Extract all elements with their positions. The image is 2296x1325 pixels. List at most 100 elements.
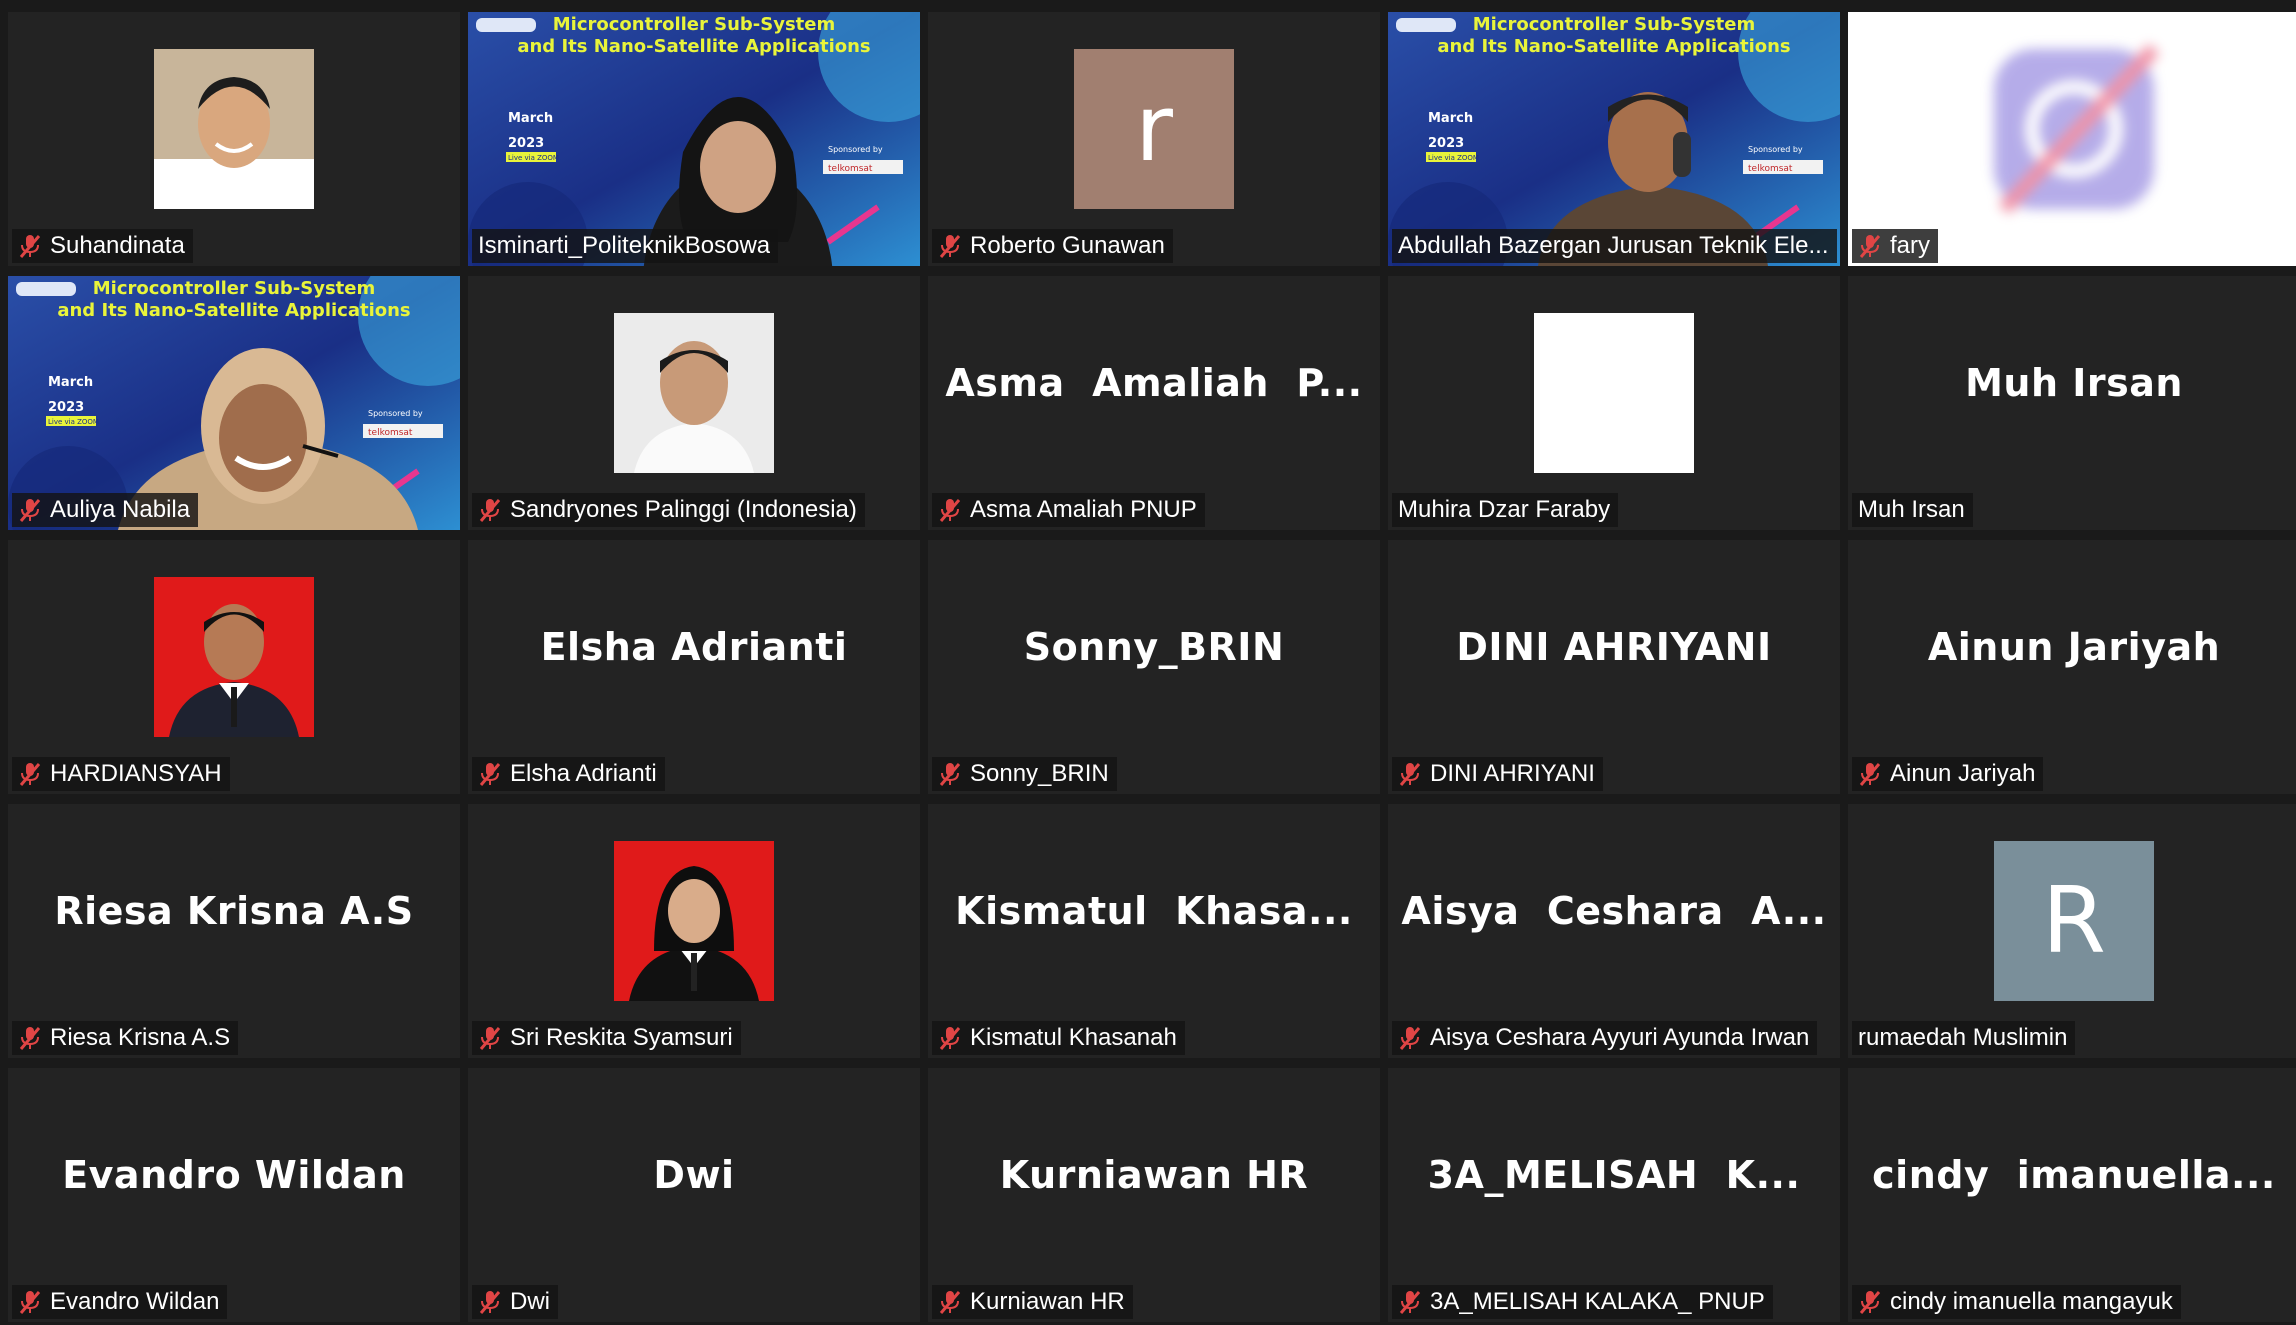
participant-name: cindy imanuella mangayuk <box>1890 1288 2173 1315</box>
participant-name: Roberto Gunawan <box>970 232 1165 259</box>
participant-display-name: Kurniawan HR <box>999 1153 1309 1197</box>
participant-tile[interactable]: 3A_MELISAH K... 3A_MELISAH KALAKA_ PNUP <box>1388 1068 1840 1322</box>
svg-text:telkomsat: telkomsat <box>1748 164 1793 174</box>
svg-text:March: March <box>1428 111 1473 126</box>
svg-text:Live via ZOOM: Live via ZOOM <box>1428 154 1479 162</box>
svg-text:2023: 2023 <box>508 136 544 151</box>
participant-display-name: Riesa Krisna A.S <box>54 889 414 933</box>
participant-name: Sonny_BRIN <box>970 760 1109 787</box>
profile-photo <box>614 312 774 473</box>
svg-text:and Its Nano-Satellite Applica: and Its Nano-Satellite Applications <box>1437 36 1790 57</box>
participant-tile[interactable]: r Roberto Gunawan <box>928 12 1380 266</box>
svg-text:Live via ZOOM: Live via ZOOM <box>48 418 99 426</box>
mic-muted-icon <box>478 1289 510 1315</box>
participant-tile[interactable]: Dwi Dwi <box>468 1068 920 1322</box>
participant-tile[interactable]: Ainun Jariyah Ainun Jariyah <box>1848 540 2296 794</box>
profile-photo <box>614 840 774 1001</box>
svg-text:Sponsored by: Sponsored by <box>368 409 423 418</box>
participant-name: Dwi <box>510 1288 550 1315</box>
participant-tile[interactable]: Microcontroller Sub-System and Its Nano-… <box>8 276 460 530</box>
participant-name: Sri Reskita Syamsuri <box>510 1024 733 1051</box>
participant-tile[interactable]: Microcontroller Sub-System and Its Nano-… <box>1388 12 1840 266</box>
mic-muted-icon <box>1398 1025 1430 1051</box>
participant-display-name: cindy imanuella... <box>1872 1153 2276 1197</box>
participant-name-label: Muhira Dzar Faraby <box>1392 493 1619 527</box>
participant-name: 3A_MELISAH KALAKA_ PNUP <box>1430 1288 1765 1315</box>
svg-text:telkomsat: telkomsat <box>368 428 413 438</box>
svg-text:and Its Nano-Satellite Applica: and Its Nano-Satellite Applications <box>517 36 870 57</box>
participant-name: Asma Amaliah PNUP <box>970 496 1197 523</box>
participant-tile[interactable]: HARDIANSYAH <box>8 540 460 794</box>
participant-name: DINI AHRIYANI <box>1430 760 1595 787</box>
svg-text:Microcontroller Sub-System: Microcontroller Sub-System <box>553 14 836 35</box>
participant-video: Microcontroller Sub-System and Its Nano-… <box>8 276 460 530</box>
participant-name: HARDIANSYAH <box>50 760 222 787</box>
participant-name: Elsha Adrianti <box>510 760 657 787</box>
participant-name-label: rumaedah Muslimin <box>1852 1021 2076 1055</box>
participant-tile[interactable]: Muh Irsan Muh Irsan <box>1848 276 2296 530</box>
svg-text:March: March <box>48 375 93 390</box>
profile-photo <box>1534 312 1694 473</box>
camera-off-icon <box>1974 29 2174 229</box>
participant-tile[interactable]: Aisya Ceshara A... Aisya Ceshara Ayyuri A… <box>1388 804 1840 1058</box>
profile-photo <box>154 576 314 737</box>
participant-tile[interactable]: Asma Amaliah P... Asma Amaliah PNUP <box>928 276 1380 530</box>
svg-text:telkomsat: telkomsat <box>828 164 873 174</box>
mic-muted-icon <box>18 233 50 259</box>
participant-tile[interactable]: Evandro Wildan Evandro Wildan <box>8 1068 460 1322</box>
participant-display-name: Sonny_BRIN <box>1023 625 1285 669</box>
participant-name: Riesa Krisna A.S <box>50 1024 231 1051</box>
participant-name: Auliya Nabila <box>50 496 191 523</box>
mic-muted-icon <box>938 761 970 787</box>
participant-tile[interactable]: cindy imanuella... cindy imanuella mangay… <box>1848 1068 2296 1322</box>
mic-muted-icon <box>1858 1289 1890 1315</box>
participant-tile[interactable]: Sonny_BRIN Sonny_BRIN <box>928 540 1380 794</box>
svg-text:March: March <box>508 111 553 126</box>
participant-name-label: Sri Reskita Syamsuri <box>472 1021 741 1055</box>
participant-name-label: Elsha Adrianti <box>472 757 665 791</box>
participant-tile[interactable]: Riesa Krisna A.S Riesa Krisna A.S <box>8 804 460 1058</box>
participant-name-label: Isminarti_PoliteknikBosowa <box>472 229 779 263</box>
participant-name: Muh Irsan <box>1858 496 1965 523</box>
svg-text:Live via ZOOM: Live via ZOOM <box>508 154 559 162</box>
participant-tile[interactable]: fary <box>1848 12 2296 266</box>
mic-muted-icon <box>478 497 510 523</box>
svg-text:2023: 2023 <box>1428 136 1464 151</box>
participant-tile[interactable]: Muhira Dzar Faraby <box>1388 276 1840 530</box>
participant-tile[interactable]: Suhandinata <box>8 12 460 266</box>
participant-name: Suhandinata <box>50 232 185 259</box>
participant-name-label: Evandro Wildan <box>12 1285 228 1319</box>
participant-tile[interactable]: Rrumaedah Muslimin <box>1848 804 2296 1058</box>
mic-muted-icon <box>18 1289 50 1315</box>
participant-tile[interactable]: Sri Reskita Syamsuri <box>468 804 920 1058</box>
participant-tile[interactable]: Kismatul Khasa... Kismatul Khasanah <box>928 804 1380 1058</box>
participant-tile[interactable]: Microcontroller Sub-System and Its Nano-… <box>468 12 920 266</box>
mic-muted-icon <box>1398 1289 1430 1315</box>
participant-tile[interactable]: Kurniawan HR Kurniawan HR <box>928 1068 1380 1322</box>
participant-name-label: cindy imanuella mangayuk <box>1852 1285 2181 1319</box>
participant-name: Kismatul Khasanah <box>970 1024 1177 1051</box>
participant-display-name: 3A_MELISAH K... <box>1427 1153 1801 1197</box>
mic-muted-icon <box>938 497 970 523</box>
mic-muted-icon <box>1858 761 1890 787</box>
avatar: r <box>1074 48 1234 209</box>
participant-tile[interactable]: Elsha Adrianti Elsha Adrianti <box>468 540 920 794</box>
participant-display-name: Aisya Ceshara A... <box>1401 889 1827 933</box>
svg-text:2023: 2023 <box>48 400 84 415</box>
participant-name-label: 3A_MELISAH KALAKA_ PNUP <box>1392 1285 1773 1319</box>
participant-video: Microcontroller Sub-System and Its Nano-… <box>1388 12 1840 266</box>
participant-tile[interactable]: DINI AHRIYANI DINI AHRIYANI <box>1388 540 1840 794</box>
participant-name-label: Kismatul Khasanah <box>932 1021 1185 1055</box>
svg-text:Sponsored by: Sponsored by <box>828 145 883 154</box>
participant-display-name: Muh Irsan <box>1965 361 2183 405</box>
participant-name-label: HARDIANSYAH <box>12 757 230 791</box>
participant-name: Isminarti_PoliteknikBosowa <box>478 232 771 259</box>
participant-name: Muhira Dzar Faraby <box>1398 496 1611 523</box>
mic-muted-icon <box>478 761 510 787</box>
participant-name-label: Kurniawan HR <box>932 1285 1133 1319</box>
participant-name: Sandryones Palinggi (Indonesia) <box>510 496 857 523</box>
participant-name: Ainun Jariyah <box>1890 760 2036 787</box>
participant-name-label: Auliya Nabila <box>12 493 199 527</box>
svg-text:Microcontroller Sub-System: Microcontroller Sub-System <box>1473 14 1756 35</box>
participant-tile[interactable]: Sandryones Palinggi (Indonesia) <box>468 276 920 530</box>
